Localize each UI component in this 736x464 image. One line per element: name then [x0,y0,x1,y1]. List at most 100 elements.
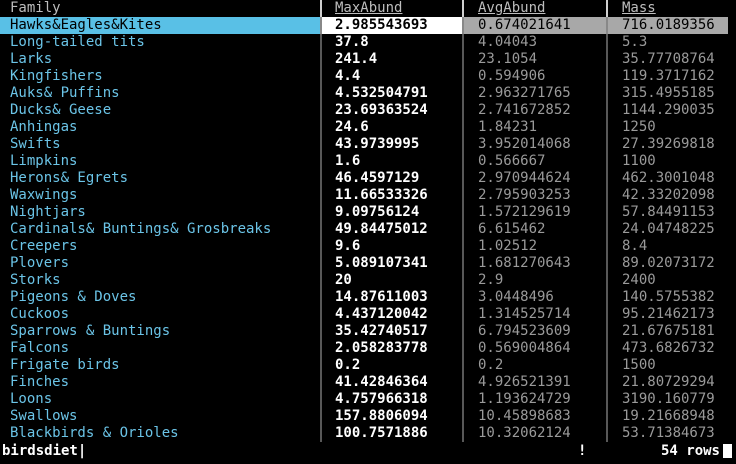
family-cell[interactable]: Loons [10,391,315,408]
family-cell[interactable]: Frigate birds [10,357,315,374]
avgabund-cell[interactable]: 0.594906 [478,68,605,85]
maxabund-cell[interactable]: 0.2 [335,357,460,374]
mass-cell[interactable]: 462.3001048 [622,170,736,187]
avgabund-cell[interactable]: 3.952014068 [478,136,605,153]
header-family[interactable]: Family [10,0,315,17]
family-cell[interactable]: Larks [10,51,315,68]
avgabund-cell[interactable]: 1.84231 [478,119,605,136]
family-cell[interactable]: Auks& Puffins [10,85,315,102]
maxabund-cell[interactable]: 241.4 [335,51,460,68]
maxabund-cell[interactable]: 37.8 [335,34,460,51]
maxabund-cell[interactable]: 35.42740517 [335,323,460,340]
mass-cell[interactable]: 19.21668948 [622,408,736,425]
maxabund-cell[interactable]: 1.6 [335,153,460,170]
maxabund-cell[interactable]: 9.09756124 [335,204,460,221]
table-row[interactable]: Waxwings 11.66533326 2.795903253 42.3320209… [0,187,736,204]
maxabund-cell[interactable]: 9.6 [335,238,460,255]
avgabund-cell[interactable]: 4.926521391 [478,374,605,391]
avgabund-cell[interactable]: 2.795903253 [478,187,605,204]
maxabund-cell[interactable]: 24.6 [335,119,460,136]
table-row[interactable]: Frigate birds 0.2 0.2 1500 [0,357,736,374]
mass-cell[interactable]: 21.80729294 [622,374,736,391]
maxabund-cell[interactable]: 41.42846364 [335,374,460,391]
mass-cell[interactable]: 95.21462173 [622,306,736,323]
maxabund-cell[interactable]: 14.87611003 [335,289,460,306]
family-cell[interactable]: Finches [10,374,315,391]
mass-cell[interactable]: 140.5755382 [622,289,736,306]
table-row[interactable]: Larks 241.4 23.1054 35.77708764 [0,51,736,68]
mass-cell[interactable]: 1144.290035 [622,102,736,119]
table-row[interactable]: Herons& Egrets 46.4597129 2.970944624 462.3… [0,170,736,187]
family-cell[interactable]: Hawks&Eagles&Kites [10,17,315,34]
avgabund-cell[interactable]: 2.9 [478,272,605,289]
family-cell[interactable]: Sparrows & Buntings [10,323,315,340]
table-row[interactable]: Kingfishers 4.4 0.594906 119.3717162 [0,68,736,85]
mass-cell[interactable]: 473.6826732 [622,340,736,357]
avgabund-cell[interactable]: 2.963271765 [478,85,605,102]
family-cell[interactable]: Cuckoos [10,306,315,323]
maxabund-cell[interactable]: 46.4597129 [335,170,460,187]
mass-cell[interactable]: 1500 [622,357,736,374]
table-row[interactable]: Cuckoos 4.437120042 1.314525714 95.21462173 [0,306,736,323]
maxabund-cell[interactable]: 4.4 [335,68,460,85]
maxabund-cell[interactable]: 49.84475012 [335,221,460,238]
avgabund-cell[interactable]: 1.314525714 [478,306,605,323]
family-cell[interactable]: Waxwings [10,187,315,204]
mass-cell[interactable]: 315.4955185 [622,85,736,102]
family-cell[interactable]: Long-tailed tits [10,34,315,51]
maxabund-cell[interactable]: 11.66533326 [335,187,460,204]
maxabund-cell[interactable]: 2.058283778 [335,340,460,357]
mass-cell[interactable]: 2400 [622,272,736,289]
avgabund-cell[interactable]: 2.970944624 [478,170,605,187]
avgabund-cell[interactable]: 10.32062124 [478,425,605,442]
table-row[interactable]: Blackbirds & Orioles 100.7571886 10.320621… [0,425,736,442]
mass-cell[interactable]: 5.3 [622,34,736,51]
family-cell[interactable]: Swallows [10,408,315,425]
avgabund-cell[interactable]: 0.2 [478,357,605,374]
avgabund-cell[interactable]: 4.04043 [478,34,605,51]
family-cell[interactable]: Falcons [10,340,315,357]
table-row[interactable]: Finches 41.42846364 4.926521391 21.80729294 [0,374,736,391]
avgabund-cell[interactable]: 23.1054 [478,51,605,68]
mass-cell[interactable]: 119.3717162 [622,68,736,85]
table-row[interactable]: Pigeons & Doves 14.87611003 3.0448496 140.5… [0,289,736,306]
mass-cell[interactable]: 24.04748225 [622,221,736,238]
header-maxabund[interactable]: MaxAbund [335,0,460,17]
mass-cell[interactable]: 1250 [622,119,736,136]
table-row[interactable]: Limpkins 1.6 0.566667 1100 [0,153,736,170]
table-row[interactable]: Ducks& Geese 23.69363524 2.741672852 1144.2… [0,102,736,119]
maxabund-cell[interactable]: 5.089107341 [335,255,460,272]
mass-cell[interactable]: 42.33202098 [622,187,736,204]
table-row[interactable]: Creepers 9.6 1.02512 8.4 [0,238,736,255]
table-row[interactable]: Cardinals& Buntings& Grosbreaks 49.844750… [0,221,736,238]
family-cell[interactable]: Anhingas [10,119,315,136]
family-cell[interactable]: Herons& Egrets [10,170,315,187]
maxabund-cell[interactable]: 157.8806094 [335,408,460,425]
maxabund-cell[interactable]: 23.69363524 [335,102,460,119]
mass-cell[interactable]: 3190.160779 [622,391,736,408]
maxabund-cell[interactable]: 20 [335,272,460,289]
table-row[interactable]: Anhingas 24.6 1.84231 1250 [0,119,736,136]
mass-cell[interactable]: 8.4 [622,238,736,255]
avgabund-cell[interactable]: 6.794523609 [478,323,605,340]
mass-cell[interactable]: 89.02073172 [622,255,736,272]
avgabund-cell[interactable]: 10.45898683 [478,408,605,425]
table-row[interactable]: Long-tailed tits 37.8 4.04043 5.3 [0,34,736,51]
avgabund-cell[interactable]: 1.02512 [478,238,605,255]
maxabund-cell[interactable]: 43.9739995 [335,136,460,153]
avgabund-cell[interactable]: 6.615462 [478,221,605,238]
table-row[interactable]: Plovers 5.089107341 1.681270643 89.02073172 [0,255,736,272]
table-row[interactable]: Storks 20 2.9 2400 [0,272,736,289]
family-cell[interactable]: Ducks& Geese [10,102,315,119]
avgabund-cell[interactable]: 1.572129619 [478,204,605,221]
table-row[interactable]: Falcons 2.058283778 0.569004864 473.6826732 [0,340,736,357]
table-row[interactable]: Hawks&Eagles&Kites 2.985543693 0.674021641… [0,17,736,34]
avgabund-cell[interactable]: 0.569004864 [478,340,605,357]
family-cell[interactable]: Cardinals& Buntings& Grosbreaks [10,221,315,238]
table-row[interactable]: Sparrows & Buntings 35.42740517 6.79452360… [0,323,736,340]
mass-cell[interactable]: 53.71384673 [622,425,736,442]
table-row[interactable]: Auks& Puffins 4.532504791 2.963271765 315.4… [0,85,736,102]
mass-cell[interactable]: 35.77708764 [622,51,736,68]
table-row[interactable]: Swifts 43.9739995 3.952014068 27.39269818 [0,136,736,153]
maxabund-cell[interactable]: 4.532504791 [335,85,460,102]
